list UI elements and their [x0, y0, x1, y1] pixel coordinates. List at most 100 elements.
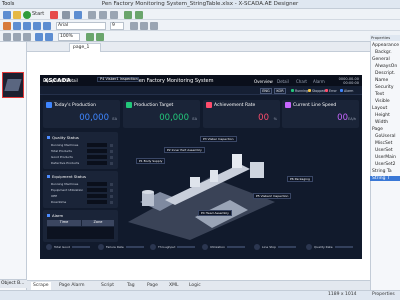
object-browser-tab[interactable]: Object B...: [0, 279, 27, 288]
line-icon[interactable]: [33, 21, 41, 30]
prop-text[interactable]: Text: [375, 92, 384, 97]
prop-background[interactable]: Backgr.: [375, 50, 392, 55]
paste-icon[interactable]: [110, 10, 118, 19]
prop-visible[interactable]: Visible: [375, 99, 390, 104]
zoom-in-icon[interactable]: [86, 32, 94, 41]
rectangle-icon[interactable]: [13, 21, 21, 30]
prop-userset[interactable]: UserSet: [375, 148, 393, 153]
prop-gouseral[interactable]: GoUseral: [375, 134, 396, 139]
redo-icon[interactable]: [135, 10, 143, 19]
packaging-machine[interactable]: [250, 162, 264, 178]
hopper-tank: [142, 192, 154, 206]
nav-chart[interactable]: Chart: [296, 79, 307, 84]
scene-label-p1[interactable]: P1 Body Supply: [136, 158, 166, 164]
group-icon[interactable]: [35, 32, 43, 41]
prop-page[interactable]: Page: [372, 127, 383, 132]
ungroup-icon[interactable]: [45, 32, 53, 41]
copy-icon[interactable]: [99, 10, 107, 19]
gauge-quality-rate: Quality Rate: [306, 244, 353, 253]
scene-label-p5[interactable]: P5 Visber2 Inspection: [253, 193, 292, 199]
prop-alwayson[interactable]: AlwaysOn: [375, 64, 397, 69]
prop-security[interactable]: Security: [375, 85, 393, 90]
bold-icon[interactable]: [130, 21, 138, 30]
prop-string-table-selected[interactable]: String T: [370, 176, 400, 181]
start-label[interactable]: Start: [32, 11, 44, 17]
undo-icon[interactable]: [124, 10, 132, 19]
align-center-icon[interactable]: [13, 32, 21, 41]
zoom-select[interactable]: 100%: [58, 32, 80, 41]
nav-overview[interactable]: Overview: [254, 79, 273, 84]
row-label: Running Machines: [51, 143, 79, 147]
scene-label-p2[interactable]: P2 Inner Part Assembly: [164, 147, 205, 153]
scene-label-p4[interactable]: P4 Head Assembly: [198, 210, 232, 216]
scene-label-p3[interactable]: P3 Visber Inspection: [200, 136, 237, 142]
align-right-icon[interactable]: [23, 32, 31, 41]
start-icon[interactable]: [23, 10, 31, 19]
alarm-col-time[interactable]: Time: [47, 220, 81, 226]
font-size-select[interactable]: 9: [110, 21, 124, 30]
kpi-label: Achievement Rate: [214, 103, 256, 108]
prop-miscset[interactable]: MiscSet: [375, 141, 392, 146]
underline-icon[interactable]: [150, 21, 158, 30]
robot-arm[interactable]: [232, 154, 242, 168]
select-icon[interactable]: [3, 21, 11, 30]
new-file-icon[interactable]: [3, 10, 11, 19]
value-box: [87, 161, 107, 165]
target-icon: [126, 102, 132, 108]
prop-width[interactable]: Width: [375, 120, 388, 125]
value-box: [87, 188, 107, 192]
prop-usermain[interactable]: UserMain: [375, 155, 396, 160]
value-box: [87, 149, 107, 153]
prop-description[interactable]: Descript.: [375, 71, 395, 76]
print-icon[interactable]: [62, 10, 70, 19]
font-select[interactable]: Arial: [56, 21, 106, 30]
scada-screen[interactable]: XSCADA Pen Factory Monitoring System Ove…: [40, 75, 362, 259]
prop-name[interactable]: Name: [375, 78, 388, 83]
align-left-icon[interactable]: [3, 32, 11, 41]
zoom-out-icon[interactable]: [96, 32, 104, 41]
value-box: [87, 155, 107, 159]
prop-layout[interactable]: Layout: [372, 106, 387, 111]
clock-time: 00:00:00: [343, 80, 359, 85]
window-title: Pen Factory Monitoring System_StringTabl…: [101, 1, 299, 7]
stop-icon[interactable]: [50, 10, 58, 19]
save-icon[interactable]: [74, 10, 82, 19]
page-thumbnail[interactable]: [2, 72, 24, 98]
tab-script[interactable]: Script: [99, 282, 116, 290]
text-tool-icon[interactable]: [43, 21, 51, 30]
tab-scrape[interactable]: Scrape: [31, 282, 51, 290]
prop-height[interactable]: Height: [375, 113, 390, 118]
prop-string-table[interactable]: String Ta: [372, 169, 392, 174]
equipment-select[interactable]: P4 Visber1 Inspection: [97, 77, 139, 82]
tab-xml[interactable]: XML: [167, 282, 180, 290]
prop-userset2[interactable]: UserSet2: [375, 162, 396, 167]
gauge-failure-rate: Failure Rate: [98, 244, 144, 253]
lang-kor-button[interactable]: KOR: [274, 87, 286, 94]
scene-label-p6[interactable]: P6 Packaging: [287, 176, 313, 182]
assembly-station[interactable]: [190, 177, 200, 187]
tab-logic[interactable]: Logic: [187, 282, 203, 290]
kpi-value: 00,000: [79, 113, 109, 123]
tab-page-1[interactable]: page_1: [69, 43, 101, 52]
prop-general[interactable]: General: [372, 57, 390, 62]
tab-tag[interactable]: Tag: [125, 282, 137, 290]
prop-appearance[interactable]: Appearance: [372, 43, 399, 48]
nav-detail[interactable]: Detail: [277, 79, 289, 84]
kpi-unit: %: [273, 117, 277, 121]
ellipse-icon[interactable]: [23, 21, 31, 30]
kpi-current-line-speed: Current Line Speed 00 EA/h: [282, 100, 359, 128]
lang-eng-button[interactable]: ENG: [260, 87, 272, 94]
kpi-unit: EA/h: [347, 117, 356, 121]
tab-page-alarm[interactable]: Page Alarm: [57, 282, 87, 290]
tab-page[interactable]: Page: [145, 282, 160, 290]
status-led: [110, 143, 113, 147]
alarm-col-zone[interactable]: Zone: [82, 220, 114, 226]
panel-title: Equipment Status: [47, 174, 86, 179]
nav-alarm[interactable]: Alarm: [313, 79, 325, 84]
inspection-station[interactable]: [210, 170, 218, 182]
properties-tab[interactable]: Properties: [372, 292, 395, 297]
italic-icon[interactable]: [140, 21, 148, 30]
cut-icon[interactable]: [88, 10, 96, 19]
open-file-icon[interactable]: [13, 10, 21, 19]
alarm-list[interactable]: [47, 227, 114, 239]
